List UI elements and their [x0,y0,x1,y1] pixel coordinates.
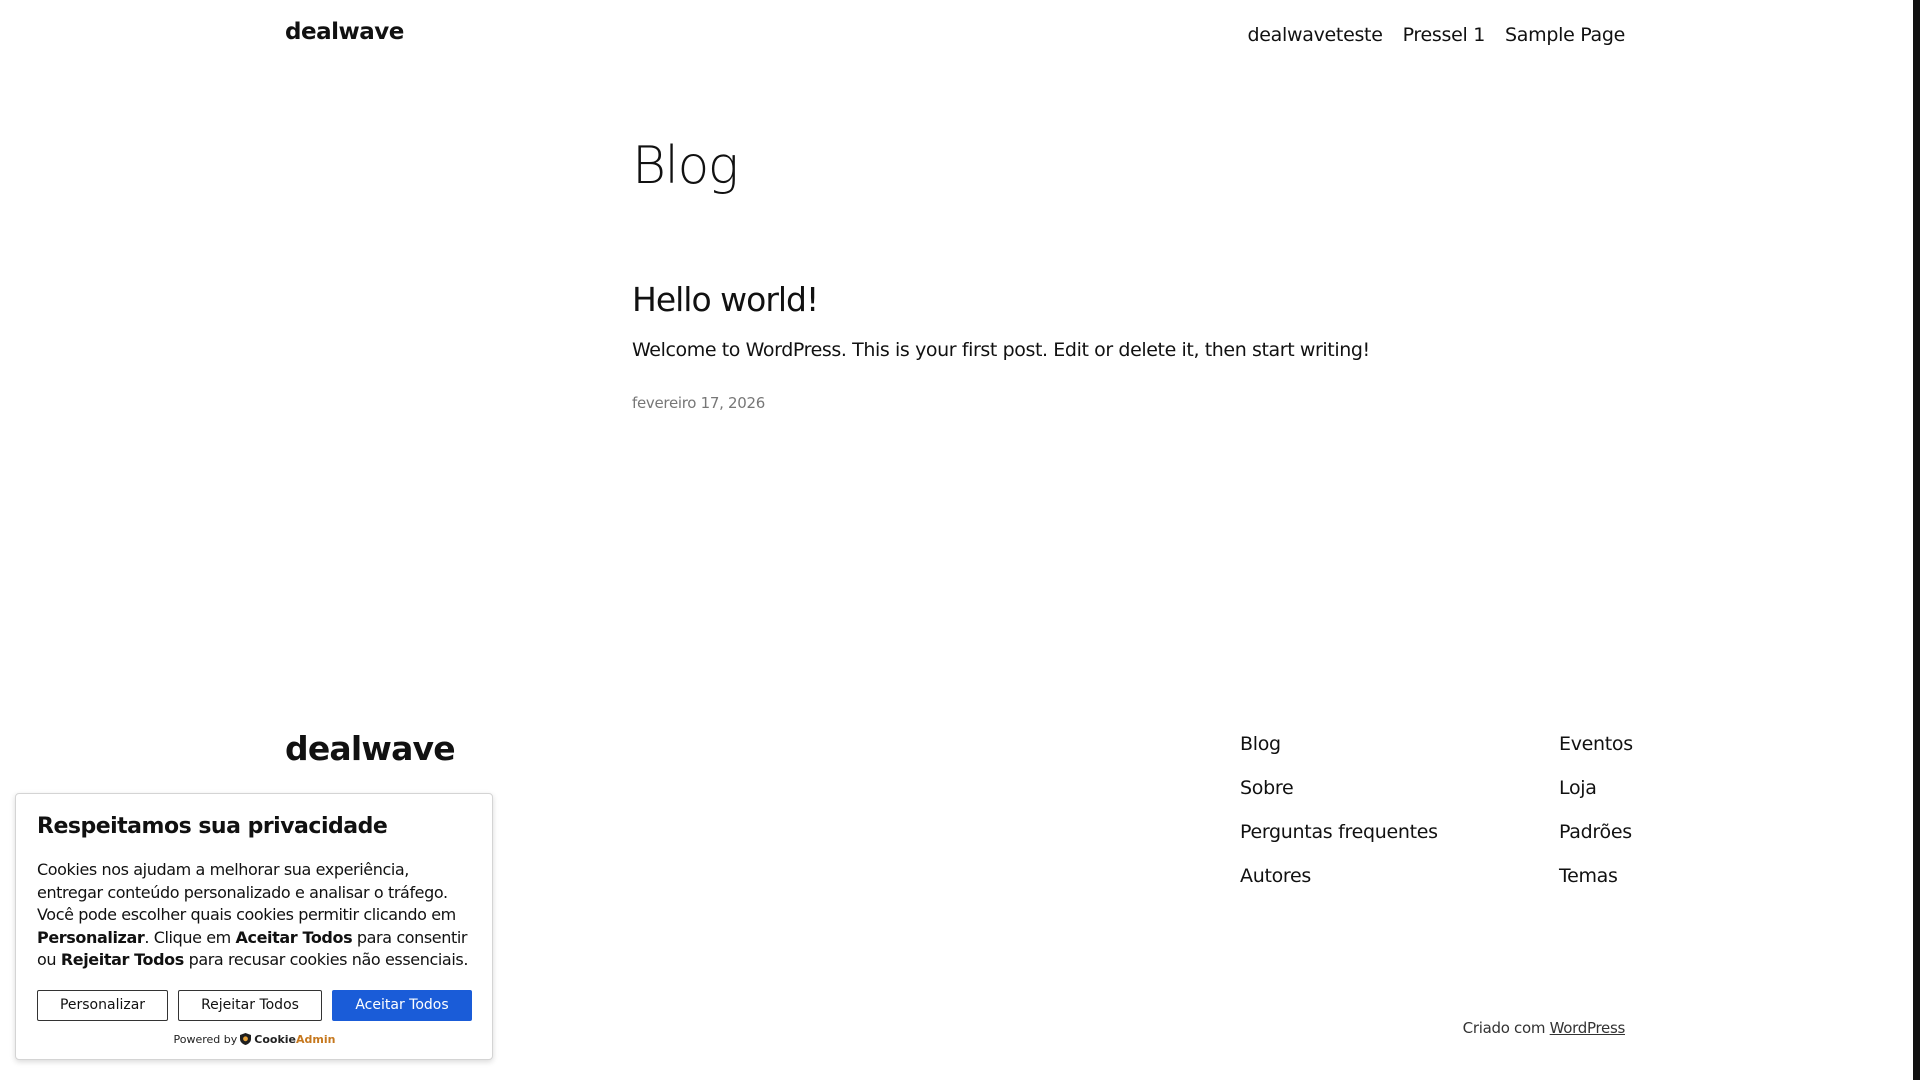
post-excerpt: Welcome to WordPress. This is your first… [632,339,1370,361]
footer-link-padroes[interactable]: Padrões [1559,821,1633,865]
cookie-text-part: . Clique em [144,927,236,947]
cookie-text-part: Cookies nos ajudam a melhorar sua experi… [37,860,456,924]
personalize-button[interactable]: Personalizar [37,989,168,1021]
reject-all-button[interactable]: Rejeitar Todos [178,989,322,1021]
cookie-text-bold: Aceitar Todos [235,927,353,947]
vertical-scrollbar[interactable] [1913,0,1920,1080]
nav-item-sample-page[interactable]: Sample Page [1505,24,1625,46]
wordpress-link[interactable]: WordPress [1550,1019,1626,1037]
footer-link-autores[interactable]: Autores [1240,865,1438,909]
footer-credit: Criado com WordPress [1462,1019,1626,1037]
footer-link-sobre[interactable]: Sobre [1240,777,1438,821]
credit-prefix: Criado com [1462,1019,1546,1037]
footer-link-perguntas-frequentes[interactable]: Perguntas frequentes [1240,821,1438,865]
cookie-heading: Respeitamos sua privacidade [37,814,388,839]
footer-link-temas[interactable]: Temas [1559,865,1633,909]
footer-site-title[interactable]: dealwave [285,729,456,768]
accept-all-button[interactable]: Aceitar Todos [332,989,472,1021]
powered-by: Powered by CookieAdmin [37,1033,472,1046]
nav-item-pressel-1[interactable]: Pressel 1 [1403,24,1486,46]
cookie-buttons: Personalizar Rejeitar Todos Aceitar Todo… [37,989,472,1021]
brand-part-2: Admin [296,1032,336,1046]
brand-part-1: Cookie [254,1032,297,1046]
cookie-text-part: para recusar cookies não essenciais. [183,950,469,969]
footer-link-loja[interactable]: Loja [1559,777,1633,821]
footer-link-blog[interactable]: Blog [1240,733,1438,777]
cookie-description: Cookies nos ajudam a melhorar sua experi… [37,859,472,972]
cookie-text-bold: Personalizar [37,927,145,947]
top-nav: dealwaveteste Pressel 1 Sample Page [1248,24,1626,46]
post-date: fevereiro 17, 2026 [632,394,766,412]
powered-by-label: Powered by [173,1032,238,1046]
page: dealwave dealwaveteste Pressel 1 Sample … [0,0,1920,1080]
footer-nav-column-1: Blog Sobre Perguntas frequentes Autores [1240,733,1438,909]
cookieadmin-shield-icon [240,1033,252,1045]
site-title[interactable]: dealwave [285,19,404,45]
cookieadmin-logo[interactable]: CookieAdmin [254,1033,335,1046]
cookie-text-bold: Rejeitar Todos [60,950,184,969]
footer-nav-column-2: Eventos Loja Padrões Temas [1559,733,1633,909]
page-title: Blog [632,136,739,196]
post-title-link[interactable]: Hello world! [632,280,819,319]
nav-item-dealwaveteste[interactable]: dealwaveteste [1248,24,1383,46]
cookie-consent-banner: Respeitamos sua privacidade Cookies nos … [15,793,493,1060]
footer-link-eventos[interactable]: Eventos [1559,733,1633,777]
